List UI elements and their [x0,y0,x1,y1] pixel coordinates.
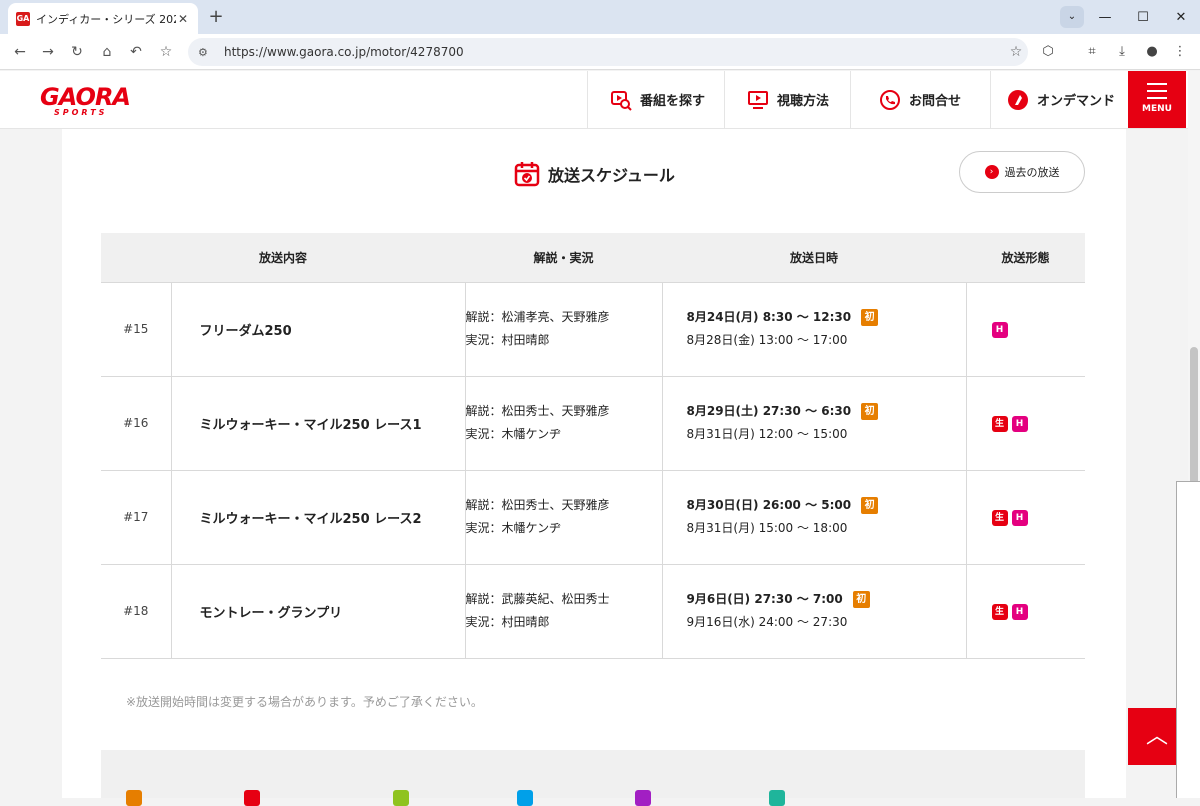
episode-number: #16 [101,376,172,471]
main-content: 放送スケジュール › 過去の放送 放送内容 解説・実況 放送日時 放送形態 #1… [62,129,1126,806]
nav-label: 番組を探す [640,94,706,109]
tab-title: インディカー・シリーズ 2026 | GAORA [36,12,176,26]
back-icon[interactable]: ← [8,40,32,64]
nav-label: オンデマンド [1037,94,1116,109]
table-row: #15 フリーダム250 解説：松浦孝亮、天野雅彦 実況：村田晴郎 8月24日(… [101,282,1085,377]
commentary-cell: 解説：松田秀士、天野雅彦 実況：木幡ケンヂ [465,376,663,471]
episode-title[interactable]: ミルウォーキー・マイル250 レース1 [171,376,466,471]
nav-contact[interactable]: お問合せ [850,71,990,128]
episode-title[interactable]: モントレー・グランプリ [171,564,466,659]
minimize-icon[interactable]: — [1086,10,1124,25]
schedule-heading: 放送スケジュール [514,161,675,187]
col-header-format: 放送形態 [966,233,1085,283]
tab-close-icon[interactable]: ✕ [176,12,190,26]
hd-badge: H [991,321,1008,338]
undo-icon[interactable]: ↶ [124,40,148,64]
tab-search-button[interactable]: ⌄ [1060,6,1084,28]
datetime-cell: 9月6日(日) 27:30 ～ 7:00 初 9月16日(水) 24:00 ～ 2… [662,564,967,659]
table-row: #16 ミルウォーキー・マイル250 レース1 解説：松田秀士、天野雅彦 実況：… [101,376,1085,471]
legend-item [769,790,791,806]
browser-tab[interactable]: GA インディカー・シリーズ 2026 | GAORA ✕ [8,3,198,34]
monitor-icon [748,90,768,109]
episode-number: #15 [101,282,172,377]
site-header: GAORA SPORTS 番組を探す 視聴方法 お問合せ オンデマンド MENU [0,71,1188,129]
reload-icon[interactable]: ↻ [65,40,89,64]
table-row: #17 ミルウォーキー・マイル250 レース2 解説：松田秀士、天野雅彦 実況：… [101,470,1085,565]
chevron-up-icon: ︿ [1145,724,1168,749]
on-demand-icon [1008,89,1028,110]
format-cell: 生H [966,376,1085,471]
home-icon[interactable]: ⌂ [95,40,119,64]
download-icon[interactable]: ⤓ [1110,40,1134,64]
nav-on-demand[interactable]: オンデマンド [990,71,1128,128]
nav-label: 視聴方法 [777,94,830,109]
program-search-icon [611,90,632,111]
datetime-cell: 8月24日(月) 8:30 ～ 12:30 初 8月28日(金) 13:00 ～ … [662,282,967,377]
site-favicon-icon: GA [16,11,30,26]
crop-icon[interactable]: ⌗ [1080,40,1104,64]
first-broadcast-badge: 初 [861,403,879,420]
url-text[interactable]: https://www.gaora.co.jp/motor/4278700 [224,45,1004,59]
live-badge: 生 [991,509,1008,526]
col-header-commentary: 解説・実況 [465,233,662,283]
episode-number: #17 [101,470,172,565]
browser-toolbar: ← → ↻ ⌂ ↶ ☆ ⚙ https://www.gaora.co.jp/mo… [0,34,1200,70]
table-row: #18 モントレー・グランプリ 解説：武藤英紀、松田秀士 実況：村田晴郎 9月6… [101,564,1085,659]
profile-avatar[interactable]: ● [1140,40,1164,64]
legend-item [244,790,266,806]
episode-number: #18 [101,564,172,659]
col-header-datetime: 放送日時 [662,233,966,283]
extensions-icon[interactable]: ⬡ [1036,40,1060,64]
legend-item [517,790,539,806]
hd-badge: H [1011,603,1028,620]
side-panel-window[interactable] [1176,481,1200,798]
calendar-icon [514,162,540,187]
commentary-cell: 解説：武藤英紀、松田秀士 実況：村田晴郎 [465,564,663,659]
phone-icon [880,89,900,110]
legend-item [635,790,657,806]
commentary-cell: 解説：松浦孝亮、天野雅彦 実況：村田晴郎 [465,282,663,377]
maximize-icon[interactable]: ☐ [1124,10,1162,25]
table-header-row: 放送内容 解説・実況 放送日時 放送形態 [101,233,1085,283]
format-cell: 生H [966,564,1085,659]
forward-icon[interactable]: → [36,40,60,64]
chevron-right-icon: › [984,165,999,179]
episode-title[interactable]: ミルウォーキー・マイル250 レース2 [171,470,466,565]
legend-item [393,790,415,806]
format-cell: 生H [966,470,1085,565]
browser-tabstrip: GA インディカー・シリーズ 2026 | GAORA ✕ + ⌄ — ☐ ✕ [0,0,1200,34]
first-broadcast-badge: 初 [861,309,879,326]
menu-button[interactable]: MENU [1128,71,1186,128]
schedule-table: 放送内容 解説・実況 放送日時 放送形態 #15 フリーダム250 解説：松浦孝… [101,233,1085,659]
format-cell: H [966,282,1085,377]
schedule-title: 放送スケジュール [548,166,675,185]
legend-bar [101,750,1085,806]
first-broadcast-badge: 初 [861,497,879,514]
gaora-logo[interactable]: GAORA SPORTS [40,85,131,117]
hd-badge: H [1011,509,1028,526]
more-menu-icon[interactable]: ⋮ [1168,40,1192,64]
legend-item [126,790,148,806]
datetime-cell: 8月29日(土) 27:30 ～ 6:30 初 8月31日(月) 12:00 ～ … [662,376,967,471]
live-badge: 生 [991,603,1008,620]
hamburger-icon [1147,83,1167,99]
commentary-cell: 解説：松田秀士、天野雅彦 実況：木幡ケンヂ [465,470,663,565]
nav-how-to-watch[interactable]: 視聴方法 [724,71,850,128]
past-broadcasts-button[interactable]: › 過去の放送 [959,151,1085,193]
episode-title[interactable]: フリーダム250 [171,282,466,377]
address-bar[interactable]: ⚙ https://www.gaora.co.jp/motor/4278700 … [188,38,1028,66]
window-controls: — ☐ ✕ [1086,0,1200,34]
nav-label: お問合せ [909,94,962,109]
bookmark-icon[interactable]: ☆ [154,40,178,64]
site-info-icon[interactable]: ⚙ [198,46,214,59]
live-badge: 生 [991,415,1008,432]
close-window-icon[interactable]: ✕ [1162,10,1200,25]
first-broadcast-badge: 初 [852,591,870,608]
new-tab-button[interactable]: + [205,6,227,28]
col-header-content: 放送内容 [101,233,465,283]
schedule-note: ※放送開始時間は変更する場合があります。予めご了承ください。 [126,695,483,709]
hd-badge: H [1011,415,1028,432]
bookmark-star-icon[interactable]: ☆ [1004,44,1028,60]
datetime-cell: 8月30日(日) 26:00 ～ 5:00 初 8月31日(月) 15:00 ～ … [662,470,967,565]
